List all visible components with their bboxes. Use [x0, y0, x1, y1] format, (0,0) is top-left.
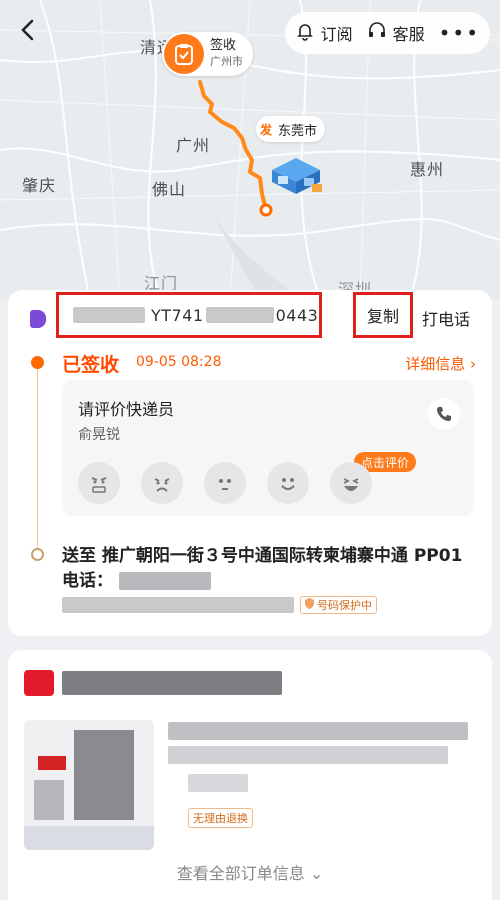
tracking-row: YT741 0443 复制 打电话	[8, 290, 492, 346]
top-bar: 订阅 客服 •••	[0, 0, 500, 64]
redacted-text	[168, 722, 468, 740]
sad-face-icon[interactable]	[141, 462, 183, 504]
happy-face-icon[interactable]	[267, 462, 309, 504]
call-button[interactable]: 打电话	[422, 306, 470, 330]
rating-title: 请评价快递员	[78, 400, 175, 419]
sender-badge: 发	[260, 122, 273, 137]
order-card: 无理由退换 查看全部订单信息 ⌄	[8, 650, 492, 900]
view-all-orders-link[interactable]: 查看全部订单信息 ⌄	[8, 860, 492, 884]
phone-icon[interactable]	[428, 398, 460, 430]
back-arrow-icon[interactable]	[14, 16, 46, 48]
timeline-dot-current	[31, 356, 44, 369]
delivery-address: 送至 推广朝阳一街３号中通国际转柬埔寨中通 PP01 电话：	[62, 544, 482, 594]
copy-button[interactable]: 复制	[353, 292, 413, 338]
redacted-text	[62, 671, 282, 695]
sender-city: 东莞市	[278, 123, 318, 139]
product-image[interactable]	[24, 720, 154, 850]
laughing-face-icon[interactable]	[330, 462, 372, 504]
top-actions: 订阅 客服 •••	[284, 12, 490, 54]
detail-info-link[interactable]: 详细信息 ›	[405, 353, 476, 374]
subscribe-label: 订阅	[320, 25, 353, 44]
tracking-number: YT741 0443	[56, 292, 322, 338]
privacy-protection-label: 号码保护中	[317, 599, 372, 612]
privacy-protection-tag: 号码保护中	[300, 596, 377, 614]
courier-name: 俞晃锐	[78, 427, 120, 443]
carrier-logo-icon	[30, 310, 46, 328]
tracking-number-tail: 0443	[275, 305, 319, 325]
redacted-text	[168, 746, 448, 764]
courier-rating-card: 请评价快递员 俞晃锐 点击评价	[62, 380, 474, 516]
city-label-foshan: 佛山	[152, 180, 187, 199]
redacted-text	[188, 774, 248, 792]
subscribe-button[interactable]: 订阅	[295, 21, 353, 45]
more-options-icon[interactable]: •••	[439, 21, 480, 45]
rating-faces	[78, 462, 372, 504]
warehouse-icon	[266, 152, 326, 196]
tracking-number-visible: YT741	[151, 305, 204, 325]
shop-row[interactable]	[24, 670, 282, 696]
route-origin-dot	[259, 203, 273, 217]
redacted-text	[73, 307, 145, 323]
status-time: 09-05 08:28	[136, 354, 222, 370]
city-label-zhaoqing: 肇庆	[22, 176, 57, 195]
delivery-status: 已签收	[62, 354, 120, 376]
sender-location-marker[interactable]: 发 东莞市	[256, 116, 326, 142]
bell-icon	[295, 21, 315, 45]
angry-face-icon[interactable]	[78, 462, 120, 504]
shop-logo-icon	[24, 670, 54, 696]
timeline-line	[37, 362, 38, 552]
redacted-text	[205, 307, 274, 323]
redacted-text	[62, 597, 294, 613]
neutral-face-icon[interactable]	[204, 462, 246, 504]
address-extra-row: 号码保护中	[62, 596, 377, 614]
no-reason-return-tag: 无理由退换	[188, 808, 253, 828]
tracking-card: YT741 0443 复制 打电话 已签收 09-05 08:28 详细信息 ›…	[8, 290, 492, 636]
headset-icon	[367, 21, 387, 45]
city-label-huizhou: 惠州	[410, 160, 445, 179]
customer-service-label: 客服	[392, 25, 425, 44]
timeline-dot-destination	[31, 548, 44, 561]
redacted-text	[118, 572, 211, 590]
shield-icon	[305, 598, 314, 612]
customer-service-button[interactable]: 客服	[367, 21, 425, 45]
city-label-guangzhou: 广州	[176, 136, 211, 155]
